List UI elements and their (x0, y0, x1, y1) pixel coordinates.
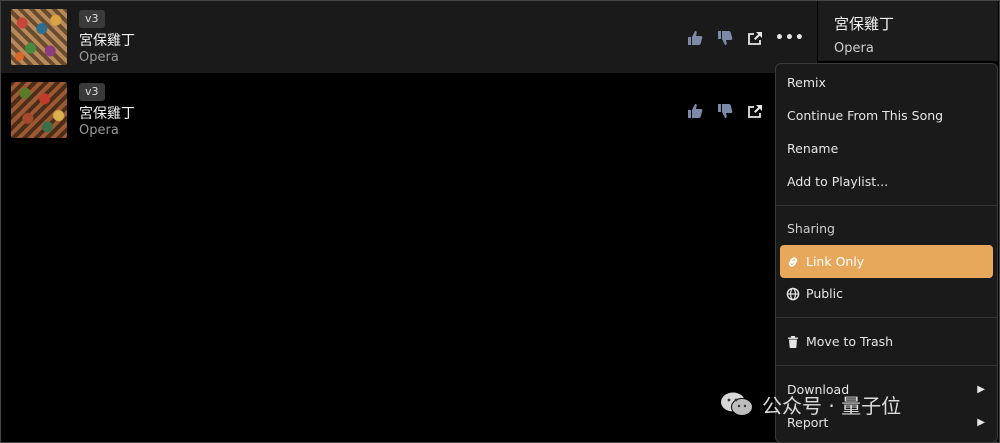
song-cover-image[interactable] (11, 9, 67, 65)
side-panel-genre: Opera (834, 41, 874, 56)
link-icon (786, 255, 800, 269)
menu-item-add-to-playlist[interactable]: Add to Playlist... (776, 167, 997, 197)
thumbs-down-icon[interactable] (717, 104, 733, 118)
menu-item-public[interactable]: Public (776, 279, 997, 309)
song-row[interactable]: v3 宮保雞丁 Opera ••• (1, 1, 817, 73)
menu-item-rename[interactable]: Rename (776, 134, 997, 164)
menu-item-move-to-trash[interactable]: Move to Trash (776, 327, 997, 357)
sharing-section-label: Sharing (787, 221, 835, 236)
thumbs-down-icon[interactable] (717, 31, 733, 45)
song-cover-image[interactable] (11, 82, 67, 138)
watermark-text: 公众号 · 量子位 (762, 393, 902, 418)
thumbs-up-icon[interactable] (687, 104, 703, 118)
menu-divider (776, 365, 997, 366)
chevron-right-icon: ▶ (977, 417, 985, 428)
song-genre: Opera (79, 50, 119, 65)
side-panel-title: 宮保雞丁 (834, 15, 895, 33)
menu-item-remix[interactable]: Remix (776, 68, 997, 98)
menu-item-link-only[interactable]: Link Only (776, 247, 997, 277)
trash-icon (786, 335, 800, 349)
song-genre: Opera (79, 123, 119, 138)
menu-item-continue[interactable]: Continue From This Song (776, 101, 997, 131)
version-badge: v3 (79, 10, 105, 28)
share-icon[interactable] (747, 31, 763, 45)
share-icon[interactable] (747, 104, 763, 118)
menu-item-label: Public (806, 286, 843, 301)
globe-icon (786, 287, 800, 301)
chevron-right-icon: ▶ (977, 384, 985, 395)
song-row[interactable]: v3 宮保雞丁 Opera (1, 74, 817, 146)
menu-item-label: Continue From This Song (787, 108, 944, 123)
menu-divider (776, 317, 997, 318)
menu-item-label: Rename (787, 141, 839, 156)
side-panel-header: 宮保雞丁 Opera (818, 1, 998, 61)
menu-item-label: Add to Playlist... (787, 174, 889, 189)
menu-divider (776, 205, 997, 206)
watermark: 公众号 · 量子位 (720, 386, 901, 422)
thumbs-up-icon[interactable] (687, 31, 703, 45)
version-badge: v3 (79, 83, 105, 101)
wechat-logo-icon (721, 392, 753, 416)
menu-item-label: Move to Trash (806, 334, 894, 349)
song-title[interactable]: 宮保雞丁 (79, 103, 135, 123)
more-options-icon[interactable]: ••• (775, 31, 804, 45)
menu-item-label: Link Only (806, 254, 865, 269)
menu-item-label: Remix (787, 75, 826, 90)
song-title[interactable]: 宮保雞丁 (79, 30, 135, 50)
